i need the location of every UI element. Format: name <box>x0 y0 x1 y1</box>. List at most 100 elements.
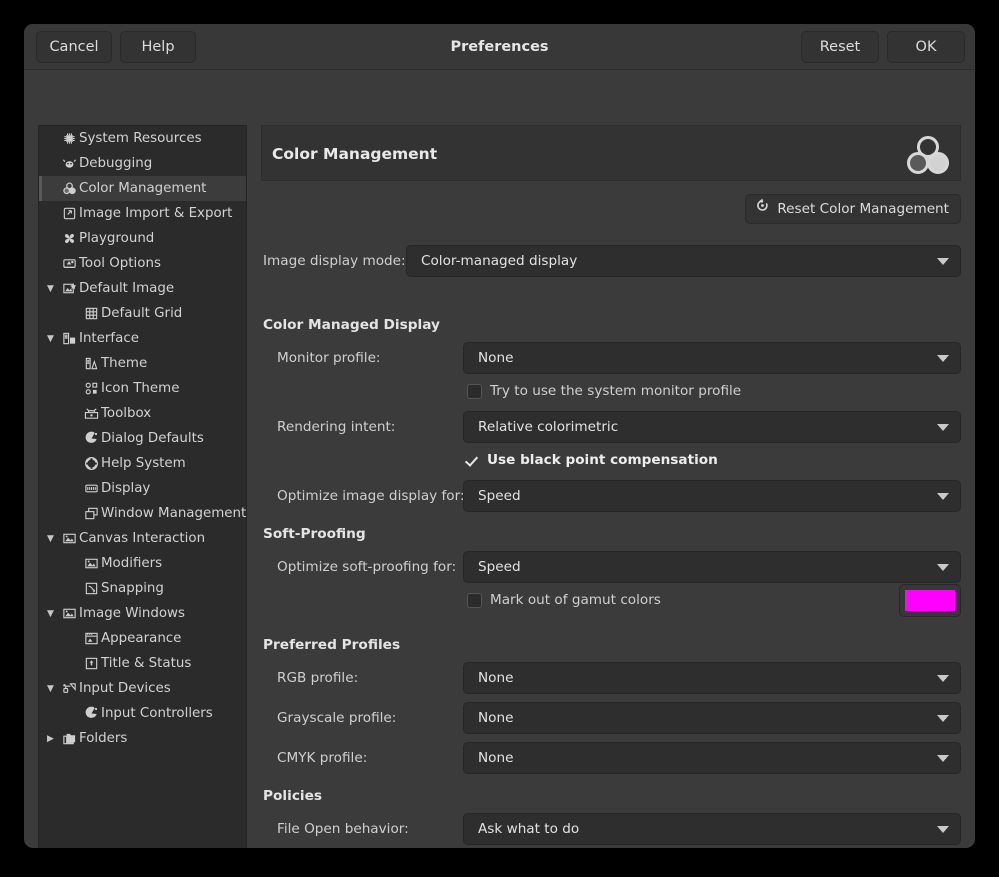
rgb-profile-label: RGB profile: <box>277 670 359 686</box>
sidebar-item-input-controllers[interactable]: Input Controllers <box>39 701 246 726</box>
section-soft-proofing: Soft-Proofing <box>263 526 366 542</box>
chevron-right-icon[interactable]: ▶ <box>47 734 57 744</box>
rendering-intent-value: Relative colorimetric <box>478 419 619 435</box>
reset-color-management-label: Reset Color Management <box>777 201 949 217</box>
sidebar-item-dialog-defaults[interactable]: Dialog Defaults <box>39 426 246 451</box>
icon-theme-icon <box>83 381 99 397</box>
reset-button[interactable]: Reset <box>801 31 879 63</box>
sidebar-item-help-system[interactable]: Help System <box>39 451 246 476</box>
sidebar-item-snapping[interactable]: Snapping <box>39 576 246 601</box>
appearance-icon <box>83 631 99 647</box>
reset-color-management-button[interactable]: Reset Color Management <box>745 194 961 224</box>
monitor-profile-row: Monitor profile: None <box>261 342 961 374</box>
sidebar-item-label: Icon Theme <box>101 381 180 396</box>
sidebar-item-canvas-interaction[interactable]: ▼ Canvas Interaction <box>39 526 246 551</box>
sidebar-item-label: Toolbox <box>101 406 152 421</box>
chevron-down-icon <box>937 675 949 682</box>
sidebar-item-image-windows[interactable]: ▼ Image Windows <box>39 601 246 626</box>
optimize-image-display-select[interactable]: Speed <box>463 480 961 512</box>
help-button[interactable]: Help <box>120 31 196 63</box>
sidebar-item-label: Appearance <box>101 631 182 646</box>
interface-icon <box>61 331 77 347</box>
file-open-behavior-label: File Open behavior: <box>277 821 409 837</box>
sidebar-item-label: Snapping <box>101 581 164 596</box>
preferences-sidebar[interactable]: System Resources Debugging Color Managemen… <box>38 125 247 848</box>
sidebar-item-debugging[interactable]: Debugging <box>39 151 246 176</box>
optimize-image-display-value: Speed <box>478 488 521 504</box>
chevron-down-icon[interactable]: ▼ <box>47 334 57 344</box>
rendering-intent-row: Rendering intent: Relative colorimetric <box>261 411 961 443</box>
chevron-down-icon <box>937 258 949 265</box>
grayscale-profile-value: None <box>478 710 514 726</box>
monitor-profile-label: Monitor profile: <box>277 350 381 366</box>
sidebar-item-toolbox[interactable]: Toolbox <box>39 401 246 426</box>
section-preferred-profiles: Preferred Profiles <box>263 637 401 653</box>
optimize-soft-proofing-label: Optimize soft-proofing for: <box>277 559 457 575</box>
sidebar-item-playground[interactable]: Playground <box>39 226 246 251</box>
optimize-soft-proofing-row: Optimize soft-proofing for: Speed <box>261 551 961 583</box>
black-point-compensation-checkbox[interactable]: Use black point compensation <box>464 452 718 468</box>
chevron-down-icon <box>937 564 949 571</box>
file-open-behavior-row: File Open behavior: Ask what to do <box>261 813 961 845</box>
color-circles-icon <box>906 134 950 176</box>
sidebar-item-folders[interactable]: ▶ Folders <box>39 726 246 751</box>
image-display-mode-select[interactable]: Color-managed display <box>406 245 961 277</box>
image-display-mode-value: Color-managed display <box>421 253 578 269</box>
ok-button[interactable]: OK <box>887 31 965 63</box>
sidebar-item-icon-theme[interactable]: Icon Theme <box>39 376 246 401</box>
chevron-down-icon[interactable]: ▼ <box>47 684 57 694</box>
sidebar-item-color-management[interactable]: Color Management <box>39 176 246 201</box>
black-point-compensation-label: Use black point compensation <box>487 452 718 468</box>
mark-out-of-gamut-checkbox[interactable]: Mark out of gamut colors <box>467 592 661 608</box>
optimize-soft-proofing-select[interactable]: Speed <box>463 551 961 583</box>
optimize-image-display-label: Optimize image display for: <box>277 488 465 504</box>
cmyk-profile-value: None <box>478 750 514 766</box>
chevron-down-icon[interactable]: ▼ <box>47 534 57 544</box>
snapping-icon <box>83 581 99 597</box>
sidebar-item-label: Display <box>101 481 151 496</box>
sidebar-item-default-grid[interactable]: Default Grid <box>39 301 246 326</box>
rgb-profile-row: RGB profile: None <box>261 662 961 694</box>
chevron-down-icon[interactable]: ▼ <box>47 284 57 294</box>
canvas-icon <box>61 606 77 622</box>
optimize-image-display-row: Optimize image display for: Speed <box>261 480 961 512</box>
sidebar-item-label: Playground <box>79 231 155 246</box>
title-status-icon <box>83 656 99 672</box>
try-system-monitor-profile-checkbox[interactable]: Try to use the system monitor profile <box>467 383 741 399</box>
grayscale-profile-select[interactable]: None <box>463 702 961 734</box>
sidebar-item-appearance[interactable]: Appearance <box>39 626 246 651</box>
cancel-button[interactable]: Cancel <box>36 31 112 63</box>
page-title: Color Management <box>272 145 438 163</box>
sidebar-item-label: Help System <box>101 456 186 471</box>
chevron-down-icon <box>937 715 949 722</box>
sidebar-item-modifiers[interactable]: Modifiers <box>39 551 246 576</box>
chevron-down-icon <box>937 755 949 762</box>
sidebar-item-theme[interactable]: Theme <box>39 351 246 376</box>
bug-icon <box>61 156 77 172</box>
sidebar-item-default-image[interactable]: ▼ Default Image <box>39 276 246 301</box>
sidebar-item-display[interactable]: Display <box>39 476 246 501</box>
file-open-behavior-value: Ask what to do <box>478 821 580 837</box>
file-open-behavior-select[interactable]: Ask what to do <box>463 813 961 845</box>
sidebar-item-title-status[interactable]: Title & Status <box>39 651 246 676</box>
sidebar-item-label: Window Management <box>101 506 247 521</box>
monitor-profile-select[interactable]: None <box>463 342 961 374</box>
folders-icon <box>61 731 77 747</box>
grayscale-profile-label: Grayscale profile: <box>277 710 397 726</box>
page-header: Color Management <box>261 125 961 181</box>
chevron-down-icon[interactable]: ▼ <box>47 609 57 619</box>
sidebar-item-image-import-export[interactable]: Image Import & Export <box>39 201 246 226</box>
cmyk-profile-select[interactable]: None <box>463 742 961 774</box>
rendering-intent-select[interactable]: Relative colorimetric <box>463 411 961 443</box>
grid-icon <box>83 306 99 322</box>
sidebar-item-window-management[interactable]: Window Management <box>39 501 246 526</box>
sidebar-item-interface[interactable]: ▼ Interface <box>39 326 246 351</box>
section-color-managed-display: Color Managed Display <box>263 317 440 333</box>
sidebar-item-label: Input Devices <box>79 681 171 696</box>
out-of-gamut-color-button[interactable] <box>899 584 961 617</box>
sidebar-item-input-devices[interactable]: ▼ Input Devices <box>39 676 246 701</box>
help-ring-icon <box>83 456 99 472</box>
rgb-profile-select[interactable]: None <box>463 662 961 694</box>
sidebar-item-system-resources[interactable]: System Resources <box>39 126 246 151</box>
sidebar-item-tool-options[interactable]: Tool Options <box>39 251 246 276</box>
